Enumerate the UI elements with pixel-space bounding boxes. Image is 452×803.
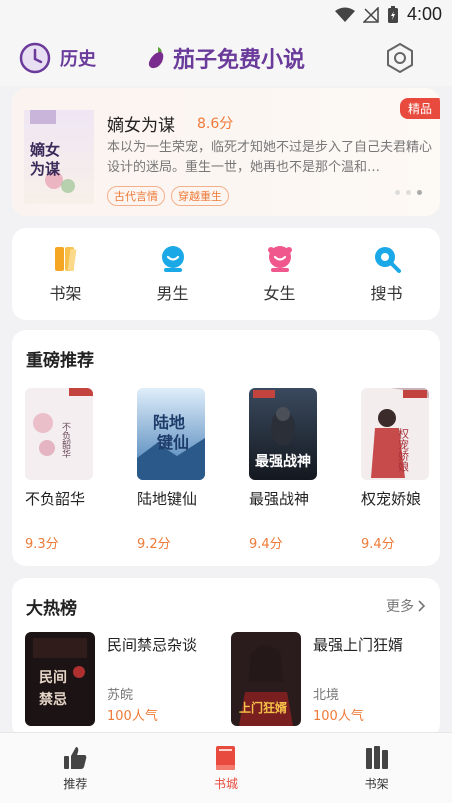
recommend-book[interactable]: 最强战神 最强战神 9.4分 <box>249 388 319 552</box>
chevron-right-icon <box>418 600 426 612</box>
eggplant-icon <box>148 47 164 69</box>
book-popularity: 100人气 <box>313 709 364 724</box>
carousel-dot <box>406 190 411 195</box>
svg-text:最强战神: 最强战神 <box>255 453 311 470</box>
settings-button[interactable] <box>384 42 416 78</box>
book-name: 陆地键仙 <box>137 490 198 508</box>
hot-list-section: 大热榜 更多 民间 禁忌 民间禁忌杂谈 苏皖 100人气 上门狂婿 最强上门狂婿… <box>12 578 440 738</box>
status-icons: 4:00 <box>334 4 442 25</box>
status-bar: 4:00 <box>0 0 452 32</box>
male-icon <box>161 246 184 272</box>
book-cover-art: 最强战神 <box>249 388 317 480</box>
carousel-dot-active <box>417 190 422 195</box>
featured-book-cover[interactable]: 嫡女 为谋 <box>24 110 94 204</box>
hot-book[interactable]: 上门狂婿 最强上门狂婿 北境 100人气 <box>231 632 431 726</box>
book-name: 不负韶华 <box>25 490 86 508</box>
featured-book-score: 8.6分 <box>197 116 234 132</box>
hexagon-settings-icon <box>387 42 413 74</box>
book-cover-art: 民间 禁忌 <box>25 632 95 726</box>
premium-badge: 精品 <box>399 98 440 119</box>
book-cover[interactable]: 上门狂婿 <box>231 632 301 726</box>
book-score: 9.2分 <box>137 537 171 552</box>
book-name: 最强上门狂婿 <box>313 636 404 654</box>
book-icon <box>215 745 235 770</box>
battery-icon <box>387 5 398 23</box>
hot-book[interactable]: 民间 禁忌 民间禁忌杂谈 苏皖 100人气 <box>25 632 225 726</box>
app-header: 历史 茄子免费小说 <box>0 32 452 86</box>
category-label: 书架 <box>49 284 82 303</box>
nav-bookstore[interactable]: 书城 <box>186 745 266 792</box>
featured-cover-art: 嫡女 为谋 <box>24 110 94 204</box>
bookshelf-icon <box>54 247 76 272</box>
search-icon <box>374 247 401 273</box>
recommend-book[interactable]: 陆地 键仙 陆地键仙 9.2分 <box>137 388 207 552</box>
category-nav: 书架 男生 女生 搜书 <box>12 228 440 320</box>
nav-bookshelf[interactable]: 书架 <box>337 745 417 792</box>
no-signal-icon <box>362 6 379 23</box>
book-score: 9.4分 <box>249 537 283 552</box>
carousel-indicator <box>395 190 422 195</box>
svg-text:不负韶华: 不负韶华 <box>60 422 71 459</box>
book-cover[interactable]: 权宠娇娘 <box>361 388 429 480</box>
carousel-dot <box>395 190 400 195</box>
book-cover[interactable]: 不负韶华 <box>25 388 93 480</box>
svg-text:嫡女: 嫡女 <box>30 141 60 159</box>
nav-label: 推荐 <box>63 776 88 791</box>
featured-book-tags: 古代言情 穿越重生 <box>107 186 229 206</box>
category-search[interactable]: 搜书 <box>342 244 432 304</box>
featured-book-card[interactable]: 嫡女 为谋 精品 嫡女为谋 8.6分 本以为一生荣宠，临死才知她不过是步入了自己… <box>12 88 440 216</box>
book-cover-art: 权宠娇娘 <box>361 388 429 480</box>
nav-label: 书架 <box>364 776 389 791</box>
more-link[interactable]: 更多 <box>386 596 426 616</box>
svg-text:陆地: 陆地 <box>153 413 185 432</box>
svg-text:为谋: 为谋 <box>30 160 61 178</box>
book-cover-art: 不负韶华 <box>25 388 93 480</box>
recommend-book[interactable]: 不负韶华 不负韶华 9.3分 <box>25 388 95 552</box>
book-cover[interactable]: 最强战神 <box>249 388 317 480</box>
book-cover[interactable]: 陆地 键仙 <box>137 388 205 480</box>
tag-subgenre[interactable]: 穿越重生 <box>171 186 229 206</box>
featured-book-title: 嫡女为谋 <box>107 116 175 136</box>
svg-text:民间: 民间 <box>39 669 67 686</box>
book-popularity: 100人气 <box>107 709 158 724</box>
status-time: 4:00 <box>406 4 442 24</box>
book-author: 苏皖 <box>107 688 134 703</box>
book-cover[interactable]: 民间 禁忌 <box>25 632 95 726</box>
nav-label: 书城 <box>213 776 238 791</box>
book-name: 权宠娇娘 <box>361 490 422 508</box>
female-icon <box>267 246 292 272</box>
tag-genre[interactable]: 古代言情 <box>107 186 165 206</box>
category-female[interactable]: 女生 <box>235 244 325 304</box>
wifi-icon <box>334 7 355 22</box>
svg-text:禁忌: 禁忌 <box>39 691 67 708</box>
book-name: 最强战神 <box>249 490 310 508</box>
book-author: 北境 <box>313 688 340 703</box>
category-label: 女生 <box>263 284 296 303</box>
book-cover-art: 上门狂婿 <box>231 632 301 726</box>
category-male[interactable]: 男生 <box>128 244 218 304</box>
book-score: 9.3分 <box>25 537 59 552</box>
svg-text:权宠娇娘: 权宠娇娘 <box>397 428 410 473</box>
book-name: 民间禁忌杂谈 <box>107 636 198 654</box>
recommend-grid: 不负韶华 不负韶华 9.3分 陆地 键仙 陆地键仙 9.2分 最强战神 最强战神… <box>25 388 431 552</box>
recommend-section: 重磅推荐 不负韶华 不负韶华 9.3分 陆地 键仙 陆地键仙 9.2分 最强战神… <box>12 330 440 566</box>
nav-recommend[interactable]: 推荐 <box>35 745 115 792</box>
recommend-book[interactable]: 权宠娇娘 权宠娇娘 9.4分 <box>361 388 431 552</box>
category-label: 搜书 <box>370 284 403 303</box>
svg-text:上门狂婿: 上门狂婿 <box>239 700 287 715</box>
book-score: 9.4分 <box>361 537 395 552</box>
svg-text:键仙: 键仙 <box>156 433 189 452</box>
category-bookshelf[interactable]: 书架 <box>21 244 111 304</box>
hot-list-title: 大热榜 <box>26 599 77 619</box>
more-label: 更多 <box>386 599 414 615</box>
shelf-icon <box>365 745 388 769</box>
bottom-nav: 推荐 书城 书架 <box>0 732 452 803</box>
category-label: 男生 <box>156 284 189 303</box>
thumbs-up-icon <box>64 746 87 769</box>
recommend-title: 重磅推荐 <box>26 351 94 371</box>
app-title-text: 茄子免费小说 <box>172 48 305 73</box>
book-cover-art: 陆地 键仙 <box>137 388 205 480</box>
featured-book-description: 本以为一生荣宠，临死才知她不过是步入了自己夫君精心设计的迷局。重生一世，她再也不… <box>107 140 433 175</box>
